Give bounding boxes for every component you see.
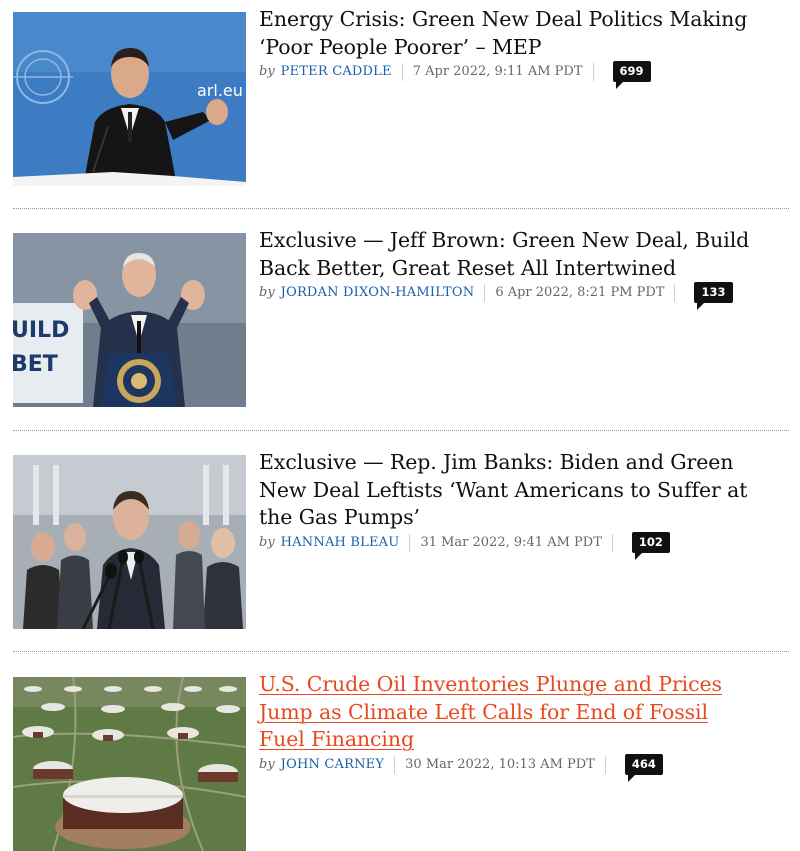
article-headline[interactable]: Exclusive — Jeff Brown: Green New Deal, …: [259, 227, 759, 282]
author-link[interactable]: PETER CADDLE: [281, 62, 392, 82]
meta-divider: [401, 63, 403, 81]
article-thumbnail[interactable]: [13, 677, 246, 851]
meta-divider: [674, 284, 676, 302]
article-headline[interactable]: Exclusive — Rep. Jim Banks: Biden and Gr…: [259, 449, 759, 532]
article-divider: [13, 651, 789, 652]
article-date: 7 Apr 2022, 9:11 AM PDT: [412, 64, 583, 79]
article-meta: by JORDAN DIXON-HAMILTON 6 Apr 2022, 8:2…: [259, 282, 759, 310]
article-meta: by PETER CADDLE 7 Apr 2022, 9:11 AM PDT …: [259, 61, 759, 89]
byline-prefix: by: [259, 756, 275, 772]
article-headline[interactable]: Energy Crisis: Green New Deal Politics M…: [259, 6, 759, 61]
byline-prefix: by: [259, 285, 275, 300]
article-headline[interactable]: U.S. Crude Oil Inventories Plunge and Pr…: [259, 671, 759, 754]
article-thumbnail-image: [13, 455, 246, 629]
comment-count-badge[interactable]: 102: [631, 531, 670, 560]
article-divider: [13, 208, 789, 209]
article-date: 30 Mar 2022, 10:13 AM PDT: [405, 756, 595, 772]
comment-count-badge[interactable]: 699: [612, 61, 651, 89]
article-meta: by JOHN CARNEY 30 Mar 2022, 10:13 AM PDT…: [259, 753, 759, 782]
image-text: UILD: [13, 318, 69, 343]
meta-divider: [604, 755, 606, 774]
article-thumbnail[interactable]: [13, 455, 246, 629]
article-meta: by HANNAH BLEAU 31 Mar 2022, 9:41 AM PDT…: [259, 531, 759, 560]
article-thumbnail-image: UILD BET: [13, 233, 246, 407]
byline-prefix: by: [259, 64, 275, 79]
image-text: arl.eu: [197, 81, 243, 100]
article-thumbnail[interactable]: UILD BET: [13, 233, 246, 407]
article-divider: [13, 430, 789, 431]
author-link[interactable]: JORDAN DIXON-HAMILTON: [281, 283, 475, 303]
comment-count-badge[interactable]: 464: [624, 753, 663, 782]
article-thumbnail-image: arl.eu: [13, 12, 246, 186]
article-thumbnail[interactable]: arl.eu: [13, 12, 246, 186]
author-link[interactable]: JOHN CARNEY: [281, 755, 384, 775]
article-date: 31 Mar 2022, 9:41 AM PDT: [420, 534, 602, 550]
article-thumbnail-image: [13, 677, 246, 851]
byline-prefix: by: [259, 534, 275, 550]
meta-divider: [611, 533, 613, 552]
meta-divider: [592, 63, 594, 81]
meta-divider: [484, 284, 486, 302]
meta-divider: [394, 755, 396, 774]
comment-count-badge[interactable]: 133: [694, 282, 733, 310]
article-date: 6 Apr 2022, 8:21 PM PDT: [495, 285, 665, 300]
meta-divider: [409, 533, 411, 552]
image-text: BET: [13, 352, 58, 377]
author-link[interactable]: HANNAH BLEAU: [281, 533, 400, 553]
